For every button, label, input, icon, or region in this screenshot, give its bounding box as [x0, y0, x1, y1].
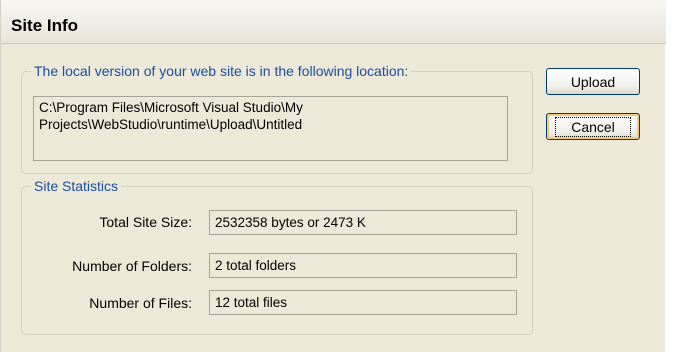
total-site-size-label: Total Site Size:: [99, 214, 192, 230]
site-path-line-1: C:\Program Files\Microsoft Visual Studio…: [39, 100, 303, 115]
upload-button-label: Upload: [570, 73, 616, 90]
cancel-button-label: Cancel: [555, 116, 631, 137]
site-statistics-legend: Site Statistics: [31, 178, 122, 194]
dialog-title: Site Info: [11, 16, 79, 35]
site-path-line-2: Projects\WebStudio\runtime\Upload\Untitl…: [39, 117, 303, 132]
cancel-button[interactable]: Cancel: [546, 113, 640, 140]
number-of-files-value: 12 total files: [209, 290, 517, 315]
total-site-size-value: 2532358 bytes or 2473 K: [209, 210, 517, 235]
dialog-title-bar[interactable]: Site Info: [1, 0, 666, 44]
location-group-legend: The local version of your web site is in…: [31, 63, 412, 79]
number-of-files-label: Number of Files:: [89, 295, 192, 311]
site-path-field[interactable]: C:\Program Files\Microsoft Visual Studio…: [33, 96, 508, 161]
location-groupbox: The local version of your web site is in…: [21, 63, 533, 174]
number-of-folders-value: 2 total folders: [209, 253, 517, 278]
site-info-dialog: Site Info The local version of your web …: [0, 0, 666, 352]
site-statistics-groupbox: Site Statistics Total Site Size: 2532358…: [21, 178, 533, 335]
number-of-folders-label: Number of Folders:: [72, 258, 192, 274]
upload-button[interactable]: Upload: [546, 68, 640, 95]
